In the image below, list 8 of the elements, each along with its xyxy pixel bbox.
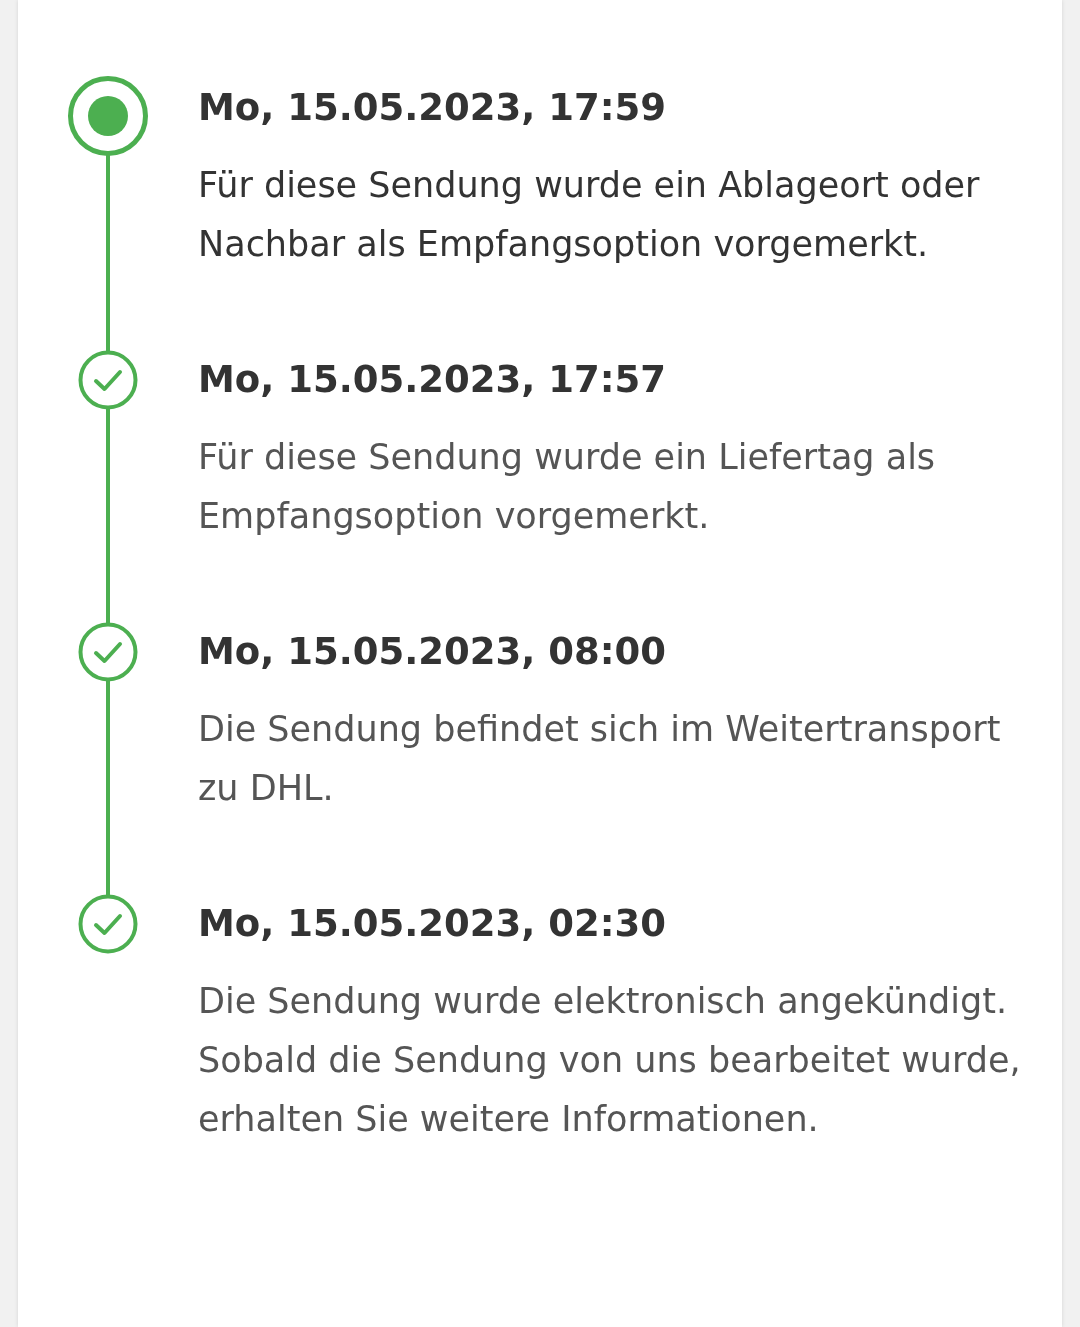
event-date: Mo, 15.05.2023, 17:57: [198, 357, 667, 403]
event-description: Für diese Sendung wurde ein Liefertag als Empfangsoption vorgemerkt.: [198, 436, 937, 538]
event-date: Mo, 15.05.2023, 08:00: [198, 629, 667, 675]
event-description: Die Sendung befindet sich im Weitertransport zu DHL.: [198, 708, 1002, 810]
event-description: Für diese Sendung wurde ein Ablageort oder Nachbar als Empfangsoption vorgemerkt.: [198, 164, 981, 266]
event-description: Die Sendung wurde elektronisch angekündigt. Sobald die Sendung von uns bearbeitet wurde, erhalten Sie weitere Informationen.: [198, 980, 1022, 1141]
event-date: Mo, 15.05.2023, 17:59: [198, 85, 667, 131]
event-date: Mo, 15.05.2023, 02:30: [198, 901, 667, 947]
